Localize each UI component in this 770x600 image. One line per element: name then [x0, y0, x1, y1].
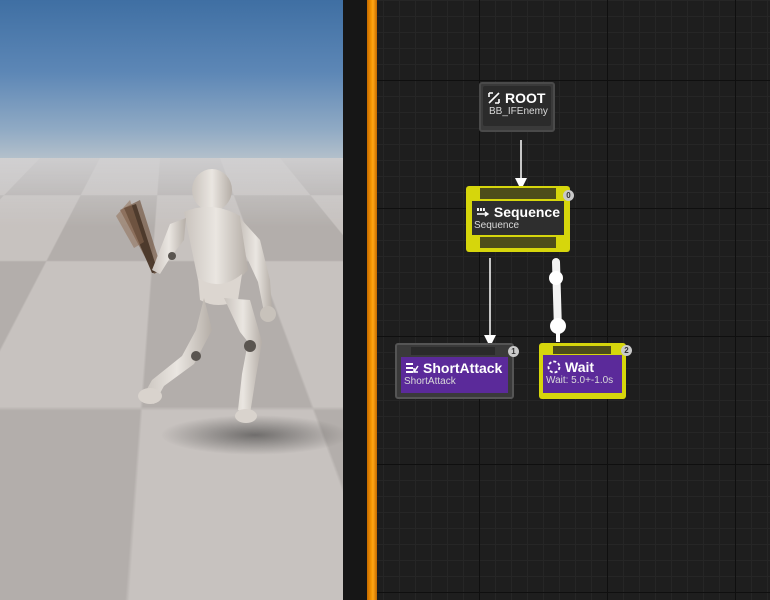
wait-input-pin[interactable] — [553, 346, 611, 354]
wait-node-title: Wait — [565, 359, 595, 375]
execution-order-badge: 0 — [563, 190, 574, 201]
root-node[interactable]: ROOT BB_IFEnemy — [479, 82, 555, 132]
wait-node-subtitle: Wait: 5.0+-1.0s — [546, 375, 614, 386]
root-icon — [488, 92, 500, 104]
sequence-node[interactable]: Sequence Sequence 0 — [466, 186, 574, 252]
sequence-icon — [476, 208, 490, 217]
root-node-blackboard: BB_IFEnemy — [489, 106, 548, 117]
task-icon — [406, 363, 419, 373]
root-node-title: ROOT — [505, 90, 546, 106]
shortattack-node-title: ShortAttack — [423, 360, 503, 376]
shortattack-input-pin[interactable] — [411, 347, 495, 355]
sequence-node-subtitle: Sequence — [474, 220, 520, 231]
execution-order-badge: 1 — [508, 346, 519, 357]
sequence-input-pin[interactable] — [480, 188, 556, 199]
wait-icon — [547, 360, 561, 374]
wait-task-node[interactable]: Wait Wait: 5.0+-1.0s 2 — [539, 343, 632, 399]
shortattack-task-node[interactable]: ShortAttack ShortAttack 1 — [395, 343, 519, 399]
execution-order-badge: 2 — [621, 345, 632, 356]
sequence-to-wait-active-wire — [549, 258, 566, 342]
node-connections — [484, 140, 566, 347]
sequence-node-title: Sequence — [493, 204, 560, 220]
shortattack-node-subtitle: ShortAttack — [404, 376, 456, 387]
sequence-output-pin[interactable] — [480, 237, 556, 248]
